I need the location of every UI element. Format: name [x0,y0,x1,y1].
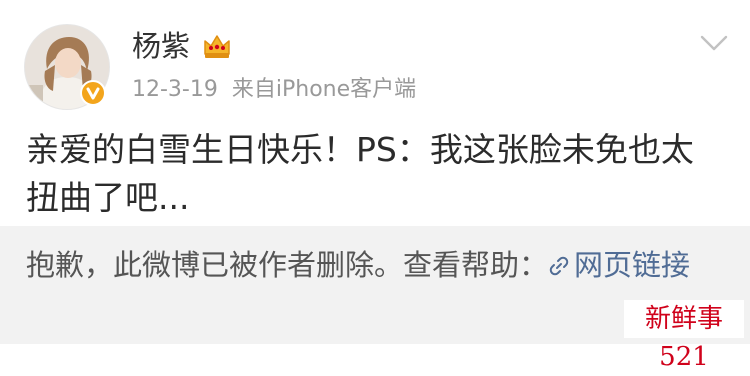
vip-verified-icon [80,80,106,106]
post-date: 12-3-19 [132,77,218,102]
crown-icon [204,35,230,58]
link-icon [549,256,569,276]
chevron-down-icon[interactable] [700,34,728,52]
deleted-notice-text: 抱歉，此微博已被作者删除。查看帮助： [26,248,549,282]
post-source: 来自iPhone客户端 [231,77,417,102]
post-content: 亲爱的白雪生日快乐！PS：我这张脸未免也太扭曲了吧... [26,130,694,217]
post-meta: 12-3-19 来自iPhone客户端 [132,76,416,104]
web-link[interactable]: 网页链接 [548,248,690,282]
watermark: 新鲜事521 [624,300,744,372]
username[interactable]: 杨紫 [132,28,190,64]
web-link-label[interactable]: 网页链接 [574,248,690,282]
